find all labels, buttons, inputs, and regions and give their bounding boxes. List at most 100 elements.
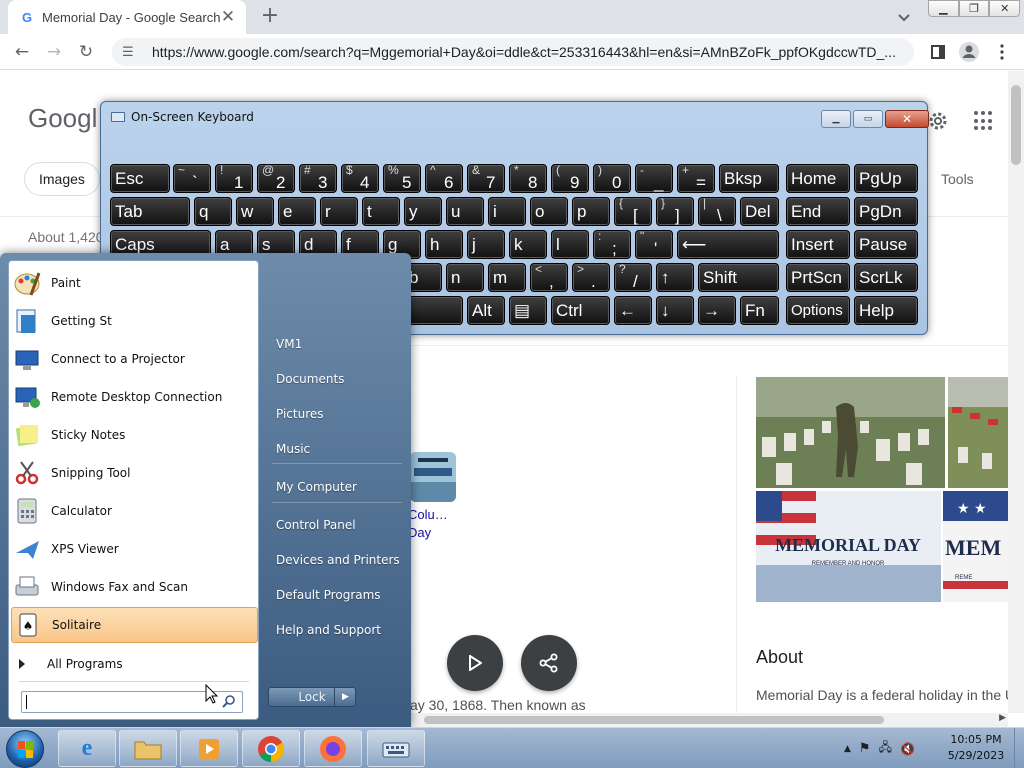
osk-key[interactable]: ← bbox=[614, 296, 652, 325]
osk-key[interactable]: Options bbox=[786, 296, 850, 325]
osk-key[interactable]: ↑ bbox=[656, 263, 694, 292]
volume-muted-icon[interactable]: 🔇 bbox=[900, 742, 915, 756]
osk-key[interactable]: Home bbox=[786, 164, 850, 193]
osk-key[interactable]: r bbox=[320, 197, 358, 226]
tab-close-icon[interactable]: ✕ bbox=[220, 7, 236, 27]
osk-maximize-icon[interactable]: ▭ bbox=[853, 110, 883, 128]
osk-key[interactable]: q bbox=[194, 197, 232, 226]
osk-key[interactable]: Alt bbox=[467, 296, 505, 325]
taskbar-clock[interactable]: 10:05 PM 5/29/2023 bbox=[942, 732, 1010, 764]
osk-key[interactable]: - _ bbox=[635, 164, 673, 193]
start-program-item[interactable]: Remote Desktop Connection bbox=[11, 379, 258, 415]
osk-key[interactable]: {[ bbox=[614, 197, 652, 226]
osk-key[interactable]: o bbox=[530, 197, 568, 226]
osk-key[interactable]: % 5 bbox=[383, 164, 421, 193]
browser-tab-active[interactable]: G Memorial Day - Google Search ✕ bbox=[8, 0, 246, 34]
osk-key[interactable]: t bbox=[362, 197, 400, 226]
start-program-item[interactable]: Snipping Tool bbox=[11, 455, 258, 491]
google-logo[interactable]: Googl bbox=[28, 103, 97, 134]
osk-key[interactable]: p bbox=[572, 197, 610, 226]
osk-key[interactable]: ScrLk bbox=[854, 263, 918, 292]
osk-key[interactable]: PgUp bbox=[854, 164, 918, 193]
share-button[interactable] bbox=[521, 635, 577, 691]
osk-key[interactable]: ? / bbox=[614, 263, 652, 292]
osk-key[interactable]: j bbox=[467, 230, 505, 259]
all-programs-item[interactable]: All Programs bbox=[19, 657, 123, 671]
osk-key[interactable]: Pause bbox=[854, 230, 918, 259]
osk-titlebar[interactable]: On-Screen Keyboard bbox=[111, 110, 254, 124]
shutdown-options-arrow-icon[interactable]: ▶ bbox=[334, 687, 356, 707]
osk-key[interactable]: Ctrl bbox=[551, 296, 610, 325]
tab-search-chevron-icon[interactable] bbox=[896, 9, 912, 25]
osk-key[interactable]: " ' bbox=[635, 230, 673, 259]
osk-key[interactable]: Tab bbox=[110, 197, 190, 226]
osk-key[interactable]: >. bbox=[572, 263, 610, 292]
taskbar-firefox[interactable] bbox=[304, 730, 362, 767]
osk-key[interactable]: * 8 bbox=[509, 164, 547, 193]
taskbar-internet-explorer[interactable]: e bbox=[58, 730, 116, 767]
osk-key[interactable]: ! 1 bbox=[215, 164, 253, 193]
thumbnail-caption[interactable]: Colu… Day bbox=[408, 506, 448, 542]
columbus-day-thumbnail[interactable] bbox=[410, 452, 456, 502]
osk-key[interactable]: l bbox=[551, 230, 589, 259]
osk-key[interactable]: Help bbox=[854, 296, 918, 325]
start-place-item[interactable]: Pictures bbox=[276, 407, 324, 421]
taskbar-chrome[interactable] bbox=[242, 730, 300, 767]
memorial-day-banner-image[interactable]: MEMORIAL DAY REMEMBER AND HONOR bbox=[756, 491, 941, 602]
osk-key[interactable]: ~ ` bbox=[173, 164, 211, 193]
osk-key[interactable]: }] bbox=[656, 197, 694, 226]
osk-key[interactable]: PrtScn bbox=[786, 263, 850, 292]
start-program-item[interactable]: Getting St bbox=[11, 303, 258, 339]
page-vertical-scrollbar[interactable] bbox=[1008, 71, 1024, 713]
osk-key[interactable]: (9 bbox=[551, 164, 589, 193]
action-center-flag-icon[interactable]: ⚑ bbox=[859, 741, 871, 756]
browser-menu-kebab-icon[interactable] bbox=[990, 40, 1014, 64]
start-place-item[interactable]: Help and Support bbox=[276, 623, 381, 637]
osk-key[interactable]: & 7 bbox=[467, 164, 505, 193]
cemetery-photo[interactable] bbox=[756, 377, 945, 488]
osk-key[interactable]: ^ 6 bbox=[425, 164, 463, 193]
osk-key[interactable]: | \ bbox=[698, 197, 736, 226]
osk-key[interactable]: Insert bbox=[786, 230, 850, 259]
start-place-item[interactable]: VM1 bbox=[276, 337, 302, 351]
osk-key[interactable]: Bksp bbox=[719, 164, 779, 193]
back-arrow-icon[interactable]: ← bbox=[10, 40, 34, 64]
start-orb-windows-icon[interactable] bbox=[6, 730, 44, 768]
osk-key[interactable]: End bbox=[786, 197, 850, 226]
osk-key[interactable]: Fn bbox=[740, 296, 779, 325]
side-panel-icon[interactable] bbox=[926, 40, 950, 64]
osk-key[interactable]: k bbox=[509, 230, 547, 259]
start-place-item[interactable]: Default Programs bbox=[276, 588, 381, 602]
start-place-item[interactable]: Control Panel bbox=[276, 518, 356, 532]
tools-button[interactable]: Tools bbox=[941, 171, 974, 187]
start-program-item[interactable]: Sticky Notes bbox=[11, 417, 258, 453]
taskbar-file-explorer[interactable] bbox=[119, 730, 177, 767]
start-program-item[interactable]: XPS Viewer bbox=[11, 531, 258, 567]
osk-key[interactable]: :; bbox=[593, 230, 631, 259]
osk-key[interactable]: ↓ bbox=[656, 296, 694, 325]
minimize-icon[interactable]: ▁ bbox=[928, 0, 959, 17]
vertical-scroll-thumb[interactable] bbox=[1011, 85, 1021, 165]
osk-key[interactable]: PgDn bbox=[854, 197, 918, 226]
start-program-item[interactable]: Connect to a Projector bbox=[11, 341, 258, 377]
start-program-item[interactable]: ♠ Solitaire bbox=[11, 607, 258, 643]
osk-key[interactable]: m bbox=[488, 263, 526, 292]
forward-arrow-icon[interactable]: → bbox=[42, 40, 66, 64]
osk-key[interactable]: w bbox=[236, 197, 274, 226]
start-place-item[interactable]: Documents bbox=[276, 372, 344, 386]
osk-key[interactable]: ▤ bbox=[509, 296, 547, 325]
osk-key[interactable]: u bbox=[446, 197, 484, 226]
osk-key[interactable]: → bbox=[698, 296, 736, 325]
reload-icon[interactable]: ↻ bbox=[74, 40, 98, 64]
google-apps-icon[interactable] bbox=[974, 111, 994, 131]
network-icon[interactable]: 🖧 bbox=[879, 738, 892, 759]
osk-minimize-icon[interactable]: ▁ bbox=[821, 110, 851, 128]
start-place-item[interactable]: Devices and Printers bbox=[276, 553, 400, 567]
restore-icon[interactable]: ❐ bbox=[958, 0, 990, 17]
play-button[interactable] bbox=[447, 635, 503, 691]
start-program-item[interactable]: Calculator bbox=[11, 493, 258, 529]
osk-key[interactable]: + = bbox=[677, 164, 715, 193]
scroll-right-arrow-icon[interactable]: ▶ bbox=[999, 713, 1006, 723]
osk-key[interactable]: h bbox=[425, 230, 463, 259]
close-window-icon[interactable]: ✕ bbox=[989, 0, 1021, 17]
